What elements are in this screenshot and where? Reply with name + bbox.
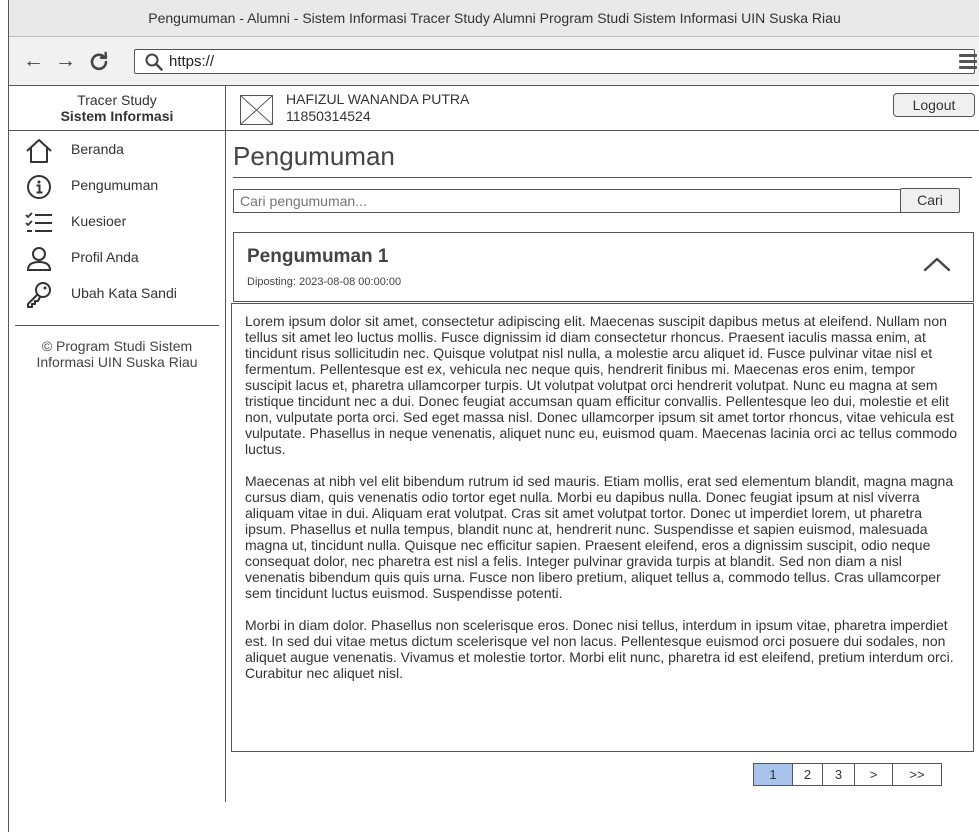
announcement-header[interactable]: Pengumuman 1 Diposting: 2023-08-08 00:00… [233,232,974,302]
announcement-body: Lorem ipsum dolor sit amet, consectetur … [231,303,974,752]
user-icon [23,245,55,273]
page-3-button[interactable]: 3 [823,763,855,786]
sidebar-item-label: Beranda [71,141,124,157]
page-title: Pengumuman [233,141,395,171]
sidebar-item-ubah-kata-sandi[interactable]: Ubah Kata Sandi [9,279,225,315]
menu-icon[interactable] [959,54,977,69]
brand-line1: Tracer Study [77,92,157,108]
search-icon [145,53,163,71]
avatar [240,95,273,125]
announcement-paragraph: Maecenas at nibh vel elit bibendum rutru… [245,473,954,601]
copyright-text: © Program Studi Sistem Informasi UIN Sus… [36,338,198,370]
announcement-title: Pengumuman 1 [247,246,389,267]
page-2-button[interactable]: 2 [793,763,823,786]
browser-toolbar: ← → https:// [9,37,979,86]
search-button[interactable]: Cari [900,188,960,213]
user-header: HAFIZUL WANANDA PUTRA 11850314524 Logout [226,86,979,131]
announcement-paragraph: Lorem ipsum dolor sit amet, consectetur … [245,313,958,457]
home-icon [23,137,55,165]
sidebar-menu: Beranda Pengumuman Kuesioer Profil Anda [9,131,225,315]
sidebar-item-kuesioer[interactable]: Kuesioer [9,207,225,243]
sidebar-item-pengumuman[interactable]: Pengumuman [9,171,225,207]
checklist-icon [23,209,55,237]
sidebar-item-label: Pengumuman [71,177,159,193]
sidebar-item-label: Ubah Kata Sandi [71,285,177,301]
page-1-button[interactable]: 1 [753,763,793,786]
sidebar: Tracer Study Sistem Informasi Beranda Pe… [9,86,226,802]
user-info: HAFIZUL WANANDA PUTRA 11850314524 [286,91,469,125]
next-page-button[interactable]: > [855,763,893,786]
sidebar-item-label: Profil Anda [71,249,139,265]
reload-icon[interactable] [89,51,109,71]
back-icon[interactable]: ← [23,50,44,71]
key-icon [23,281,55,309]
browser-window: Pengumuman - Alumni - Sistem Informasi T… [8,0,979,832]
brand-line2: Sistem Informasi [60,108,174,124]
sidebar-item-profil[interactable]: Profil Anda [9,243,225,279]
user-name: HAFIZUL WANANDA PUTRA [286,91,470,107]
last-page-button[interactable]: >> [893,763,942,786]
address-bar[interactable]: https:// [134,49,975,74]
info-icon [23,173,55,201]
sidebar-item-beranda[interactable]: Beranda [9,135,225,171]
sidebar-brand: Tracer Study Sistem Informasi [9,86,225,131]
chevron-up-icon[interactable] [922,253,952,275]
sidebar-item-label: Kuesioer [71,213,127,229]
search-input[interactable] [233,189,901,213]
announcement-paragraph: Morbi in diam dolor. Phasellus non scele… [245,617,954,681]
pagination: 1 2 3 > >> [753,763,942,786]
forward-icon[interactable]: → [55,50,76,71]
user-id: 11850314524 [286,108,371,124]
window-title: Pengumuman - Alumni - Sistem Informasi T… [148,10,841,26]
announcement-date: Diposting: 2023-08-08 00:00:00 [247,276,402,288]
title-divider [233,177,972,178]
url-text: https:// [169,53,215,70]
window-titlebar: Pengumuman - Alumni - Sistem Informasi T… [9,0,979,37]
logout-button[interactable]: Logout [893,93,975,117]
